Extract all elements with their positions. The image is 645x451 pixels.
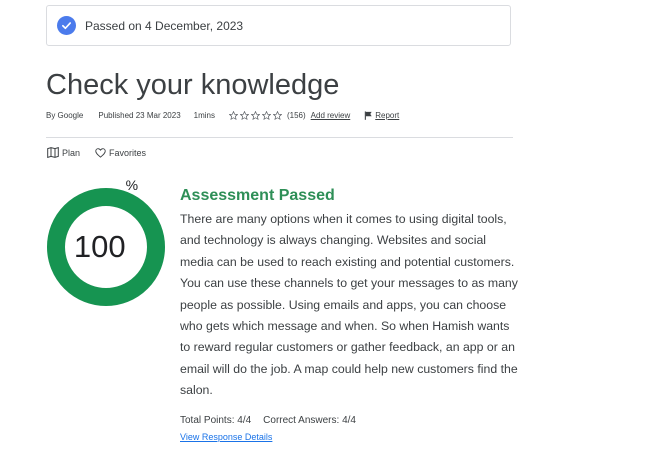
plan-label: Plan <box>62 147 81 158</box>
score-totals: Total Points: 4/4 Correct Answers: 4/4 <box>180 415 356 426</box>
star-icon[interactable] <box>272 111 282 120</box>
check-circle-icon <box>57 16 76 35</box>
result-description: There are many options when it comes to … <box>180 212 518 398</box>
star-icon[interactable] <box>228 111 238 120</box>
published-date: Published 23 Mar 2023 <box>98 111 181 120</box>
flag-icon <box>365 111 372 120</box>
star-icon[interactable] <box>250 111 260 120</box>
action-bar: Plan Favorites <box>47 147 146 158</box>
add-review-link[interactable]: Add review <box>311 111 351 120</box>
star-rating[interactable] <box>228 111 282 120</box>
plan-button[interactable]: Plan <box>47 147 80 158</box>
report-button[interactable]: Report <box>364 111 399 120</box>
view-response-details-link[interactable]: View Response Details <box>180 432 272 442</box>
score-unit: % <box>125 177 139 193</box>
map-icon <box>47 147 59 158</box>
course-meta: By Google Published 23 Mar 2023 1mins (1… <box>46 111 399 120</box>
duration-label: 1mins <box>193 111 215 120</box>
score-ring: 100 % <box>46 177 166 307</box>
favorites-label: Favorites <box>109 147 147 158</box>
divider <box>46 137 513 138</box>
score-value: 100 <box>73 229 126 264</box>
passed-banner-text: Passed on 4 December, 2023 <box>85 18 244 33</box>
correct-answers: Correct Answers: 4/4 <box>263 415 356 426</box>
star-icon[interactable] <box>261 111 271 120</box>
heart-icon <box>95 147 106 158</box>
passed-banner: Passed on 4 December, 2023 <box>46 5 511 46</box>
favorites-button[interactable]: Favorites <box>95 148 146 158</box>
total-points: Total Points: 4/4 <box>180 415 252 426</box>
author-label: By Google <box>46 111 84 120</box>
result-title: Assessment Passed <box>180 187 335 204</box>
star-icon[interactable] <box>239 111 249 120</box>
page-title: Check your knowledge <box>46 69 340 101</box>
rating-count: (156) <box>286 111 306 120</box>
report-label[interactable]: Report <box>375 111 399 120</box>
